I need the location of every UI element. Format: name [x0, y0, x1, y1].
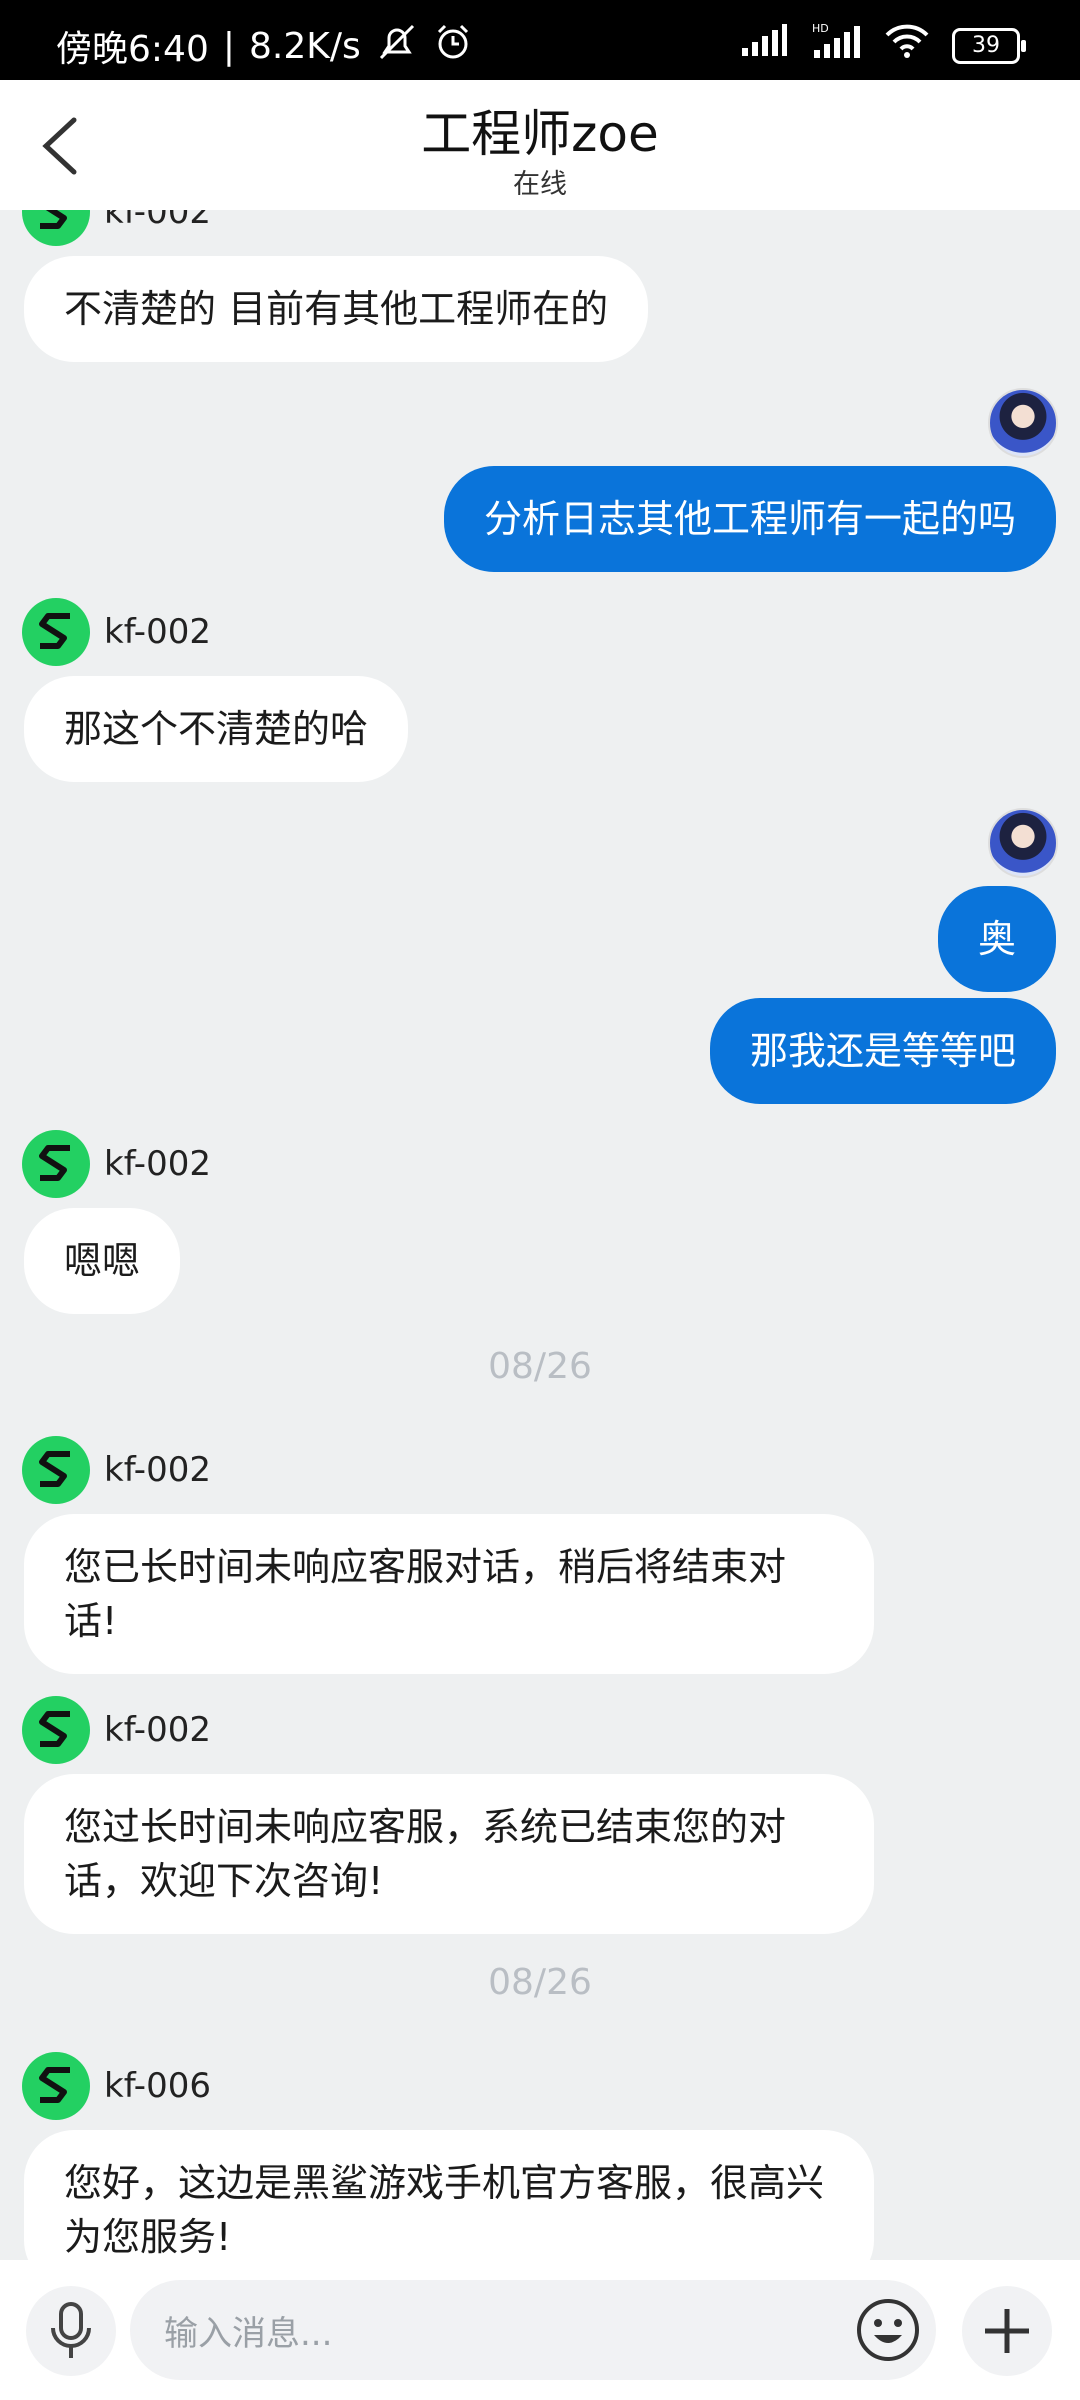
- agent-header: kf-006: [22, 2052, 211, 2120]
- agent-name: kf-002: [104, 1144, 211, 1184]
- timestamp-divider: 08/26: [488, 1346, 592, 1387]
- shark-logo-icon: [39, 1711, 70, 1747]
- user-avatar[interactable]: [988, 388, 1058, 458]
- page-title: 工程师zoe: [421, 105, 659, 163]
- agent-header: kf-002: [22, 1130, 211, 1198]
- agent-header: kf-002: [22, 598, 211, 666]
- shark-logo-icon: [39, 613, 70, 649]
- agent-name: kf-006: [104, 2066, 211, 2106]
- agent-avatar[interactable]: [22, 2052, 90, 2120]
- status-bar: 傍晚6:40 | 8.2K/s HD 39: [0, 0, 1080, 80]
- shark-logo-icon: [40, 210, 67, 229]
- message-input-bar: 输入消息...: [0, 2260, 1080, 2400]
- message-bubble-outgoing[interactable]: 那我还是等等吧: [709, 998, 1056, 1104]
- battery-level: 39: [972, 32, 1000, 58]
- notifications-off-icon: [375, 22, 419, 71]
- svg-text:HD: HD: [812, 22, 829, 35]
- status-separator: |: [222, 25, 235, 67]
- agent-avatar[interactable]: [22, 1130, 90, 1198]
- agent-name: kf-002: [104, 612, 211, 652]
- hd-signal-icon: HD: [810, 22, 862, 69]
- chat-header: 工程师zoe 在线: [0, 80, 1080, 210]
- input-placeholder: 输入消息...: [164, 2313, 333, 2354]
- battery-icon: 39: [952, 27, 1026, 64]
- message-bubble-incoming[interactable]: 您过长时间未响应客服，系统已结束您的对话，欢迎下次咨询!: [24, 1774, 874, 1934]
- agent-avatar[interactable]: [22, 1696, 90, 1764]
- emoji-button[interactable]: [848, 2290, 928, 2370]
- agent-avatar[interactable]: [22, 210, 90, 246]
- shark-logo-icon: [39, 1145, 70, 1181]
- net-speed: 8.2K/s: [248, 25, 361, 67]
- voice-input-button[interactable]: [26, 2286, 116, 2376]
- agent-avatar[interactable]: [22, 1436, 90, 1504]
- message-bubble-incoming[interactable]: 那这个不清楚的哈: [24, 676, 409, 782]
- agent-avatar[interactable]: [22, 598, 90, 666]
- alarm-icon: [433, 22, 473, 71]
- message-bubble-incoming[interactable]: 不清楚的 目前有其他工程师在的: [24, 256, 649, 362]
- microphone-icon: [51, 2302, 91, 2358]
- message-bubble-incoming[interactable]: 您好，这边是黑鲨游戏手机官方客服，很高兴为您服务!: [24, 2130, 874, 2260]
- online-status: 在线: [513, 169, 567, 200]
- message-input[interactable]: 输入消息...: [130, 2280, 936, 2380]
- shark-logo-icon: [39, 2067, 70, 2103]
- message-bubble-outgoing[interactable]: 分析日志其他工程师有一起的吗: [443, 466, 1056, 572]
- agent-name: kf-002: [104, 1450, 211, 1490]
- agent-name: kf-002: [104, 1710, 211, 1750]
- emoji-icon: [857, 2299, 919, 2361]
- plus-icon: [985, 2309, 1029, 2353]
- signal-icon: [740, 24, 788, 67]
- message-bubble-outgoing[interactable]: 奥: [937, 886, 1056, 992]
- more-options-button[interactable]: [962, 2286, 1052, 2376]
- agent-header: kf-002: [22, 1436, 211, 1504]
- message-bubble-incoming[interactable]: 您已长时间未响应客服对话，稍后将结束对话!: [24, 1514, 874, 1674]
- chat-message-list[interactable]: kf-002 不清楚的 目前有其他工程师在的 分析日志其他工程师有一起的吗 kf…: [0, 210, 1080, 2260]
- timestamp-divider: 08/26: [488, 1962, 592, 2003]
- wifi-icon: [884, 23, 930, 68]
- status-time: 傍晚6:40: [56, 29, 209, 70]
- user-avatar[interactable]: [988, 808, 1058, 878]
- agent-name: kf-002: [104, 210, 211, 232]
- agent-header: kf-002: [22, 1696, 211, 1764]
- agent-header: kf-002: [22, 210, 211, 246]
- message-bubble-incoming[interactable]: 嗯嗯: [24, 1208, 181, 1314]
- shark-logo-icon: [39, 1451, 70, 1487]
